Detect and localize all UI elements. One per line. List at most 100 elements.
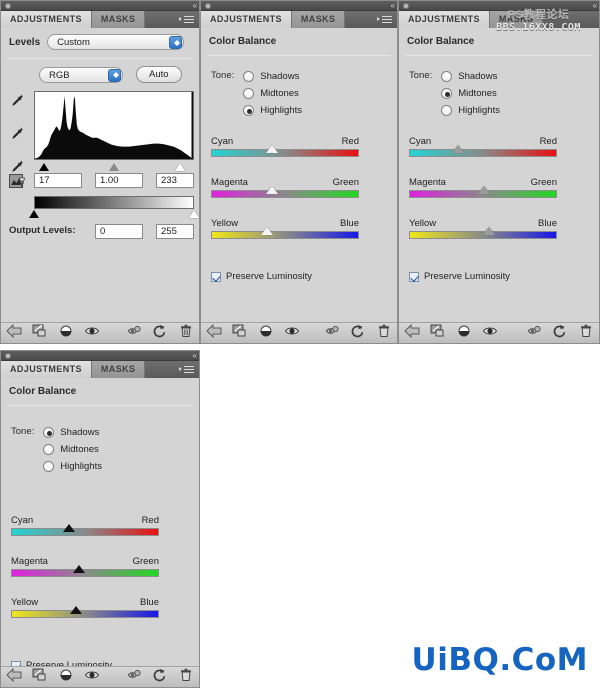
delete-adjustment-button[interactable] [173,324,199,343]
preview-eye-button[interactable] [79,324,105,343]
panel-collapse-dot[interactable] [5,3,11,9]
set-gray-point-eyedropper-icon[interactable] [9,126,27,147]
panel-menu-icon[interactable] [179,14,195,25]
radio-shadows[interactable] [43,427,55,438]
return-to-adjustment-list-button[interactable] [1,667,27,687]
toggle-layer-visibility-button[interactable] [53,668,79,687]
preview-eye-button[interactable] [79,668,105,687]
panel-expand-chevrons-icon[interactable]: « [391,1,396,11]
slider-thumb[interactable] [451,145,464,153]
panel-expand-chevrons-icon[interactable]: « [193,1,198,11]
input-white-marker[interactable] [174,163,185,171]
tab-adjustments[interactable]: ADJUSTMENTS [399,11,490,28]
radio-midtones[interactable] [441,88,453,99]
input-levels-slider[interactable] [34,162,194,173]
return-to-adjustment-list-button[interactable] [399,323,425,343]
panel-expand-chevrons-icon[interactable]: « [193,351,198,361]
tab-adjustments[interactable]: ADJUSTMENTS [1,11,92,28]
reset-adjustment-button[interactable] [547,324,573,343]
chevron-updown-icon[interactable] [108,68,121,82]
radio-highlights[interactable] [43,461,55,472]
panel-titlebar[interactable]: « [1,351,199,361]
slider-track[interactable] [211,190,359,198]
view-previous-state-button[interactable] [521,324,547,343]
tab-adjustments[interactable]: ADJUSTMENTS [201,11,292,28]
set-black-point-eyedropper-icon[interactable] [9,93,27,114]
preserve-luminosity-checkbox[interactable] [409,271,419,282]
tab-masks[interactable]: MASKS [91,361,146,378]
slider-track[interactable] [211,231,359,239]
clipping-warning-icon[interactable] [9,174,27,194]
tone-option-midtones[interactable]: Midtones [243,85,302,102]
tone-option-shadows[interactable]: Shadows [43,424,102,441]
toggle-layer-visibility-button[interactable] [451,324,477,343]
return-to-adjustment-list-button[interactable] [201,323,227,343]
input-black-field[interactable]: 17 [34,173,82,188]
tone-option-shadows[interactable]: Shadows [441,68,500,85]
slider-track[interactable] [409,149,557,157]
tab-masks[interactable]: MASKS [489,11,544,28]
radio-midtones[interactable] [43,444,55,455]
view-previous-state-button[interactable] [121,324,147,343]
tone-option-midtones[interactable]: Midtones [43,441,102,458]
radio-highlights[interactable] [243,105,255,116]
auto-button[interactable]: Auto [136,66,182,83]
slider-thumb[interactable] [265,145,278,153]
output-white-field[interactable]: 255 [156,224,194,239]
preserve-luminosity-row[interactable]: Preserve Luminosity [399,259,599,282]
delete-adjustment-button[interactable] [573,324,599,343]
tone-option-highlights[interactable]: Highlights [43,458,102,475]
clip-to-layer-button[interactable] [27,668,53,687]
panel-collapse-dot[interactable] [205,3,211,9]
slider-track[interactable] [211,149,359,157]
output-black-field[interactable]: 0 [95,224,143,239]
tab-masks[interactable]: MASKS [91,11,146,28]
panel-collapse-dot[interactable] [5,353,11,359]
reset-adjustment-button[interactable] [345,324,371,343]
tab-adjustments[interactable]: ADJUSTMENTS [1,361,92,378]
tone-option-midtones[interactable]: Midtones [441,85,500,102]
levels-preset-select[interactable]: Custom [47,34,185,50]
toggle-layer-visibility-button[interactable] [253,324,279,343]
slider-thumb[interactable] [261,227,274,235]
tone-option-highlights[interactable]: Highlights [243,102,302,119]
tab-masks[interactable]: MASKS [291,11,346,28]
slider-thumb[interactable] [73,565,86,573]
slider-thumb[interactable] [62,524,75,532]
clip-to-layer-button[interactable] [27,324,53,343]
preview-eye-button[interactable] [477,324,503,343]
output-levels-slider[interactable] [29,209,199,219]
output-white-marker[interactable] [189,210,199,218]
slider-thumb[interactable] [265,186,278,194]
clip-to-layer-button[interactable] [227,324,253,343]
radio-shadows[interactable] [441,71,453,82]
chevron-updown-icon[interactable] [169,36,183,49]
slider-track[interactable] [11,528,159,536]
panel-expand-chevrons-icon[interactable]: « [593,1,598,11]
input-black-marker[interactable] [38,163,49,171]
preview-eye-button[interactable] [279,324,305,343]
input-gamma-marker[interactable] [109,163,119,171]
delete-adjustment-button[interactable] [173,668,199,687]
view-previous-state-button[interactable] [121,668,147,687]
panel-titlebar[interactable]: « [1,1,199,11]
channel-select[interactable]: RGB [39,66,123,83]
toggle-layer-visibility-button[interactable] [53,324,79,343]
input-white-field[interactable]: 233 [156,173,194,188]
tone-option-shadows[interactable]: Shadows [243,68,302,85]
slider-track[interactable] [11,610,159,618]
slider-thumb[interactable] [482,227,495,235]
view-previous-state-button[interactable] [319,324,345,343]
output-black-marker[interactable] [29,210,39,218]
reset-adjustment-button[interactable] [147,668,173,687]
slider-thumb[interactable] [70,606,83,614]
delete-adjustment-button[interactable] [371,324,397,343]
return-to-adjustment-list-button[interactable] [1,323,27,343]
panel-titlebar[interactable]: « [201,1,397,11]
slider-thumb[interactable] [478,186,491,194]
panel-collapse-dot[interactable] [403,3,409,9]
panel-menu-icon[interactable] [179,364,195,375]
reset-adjustment-button[interactable] [147,324,173,343]
clip-to-layer-button[interactable] [425,324,451,343]
panel-menu-icon[interactable] [377,14,393,25]
